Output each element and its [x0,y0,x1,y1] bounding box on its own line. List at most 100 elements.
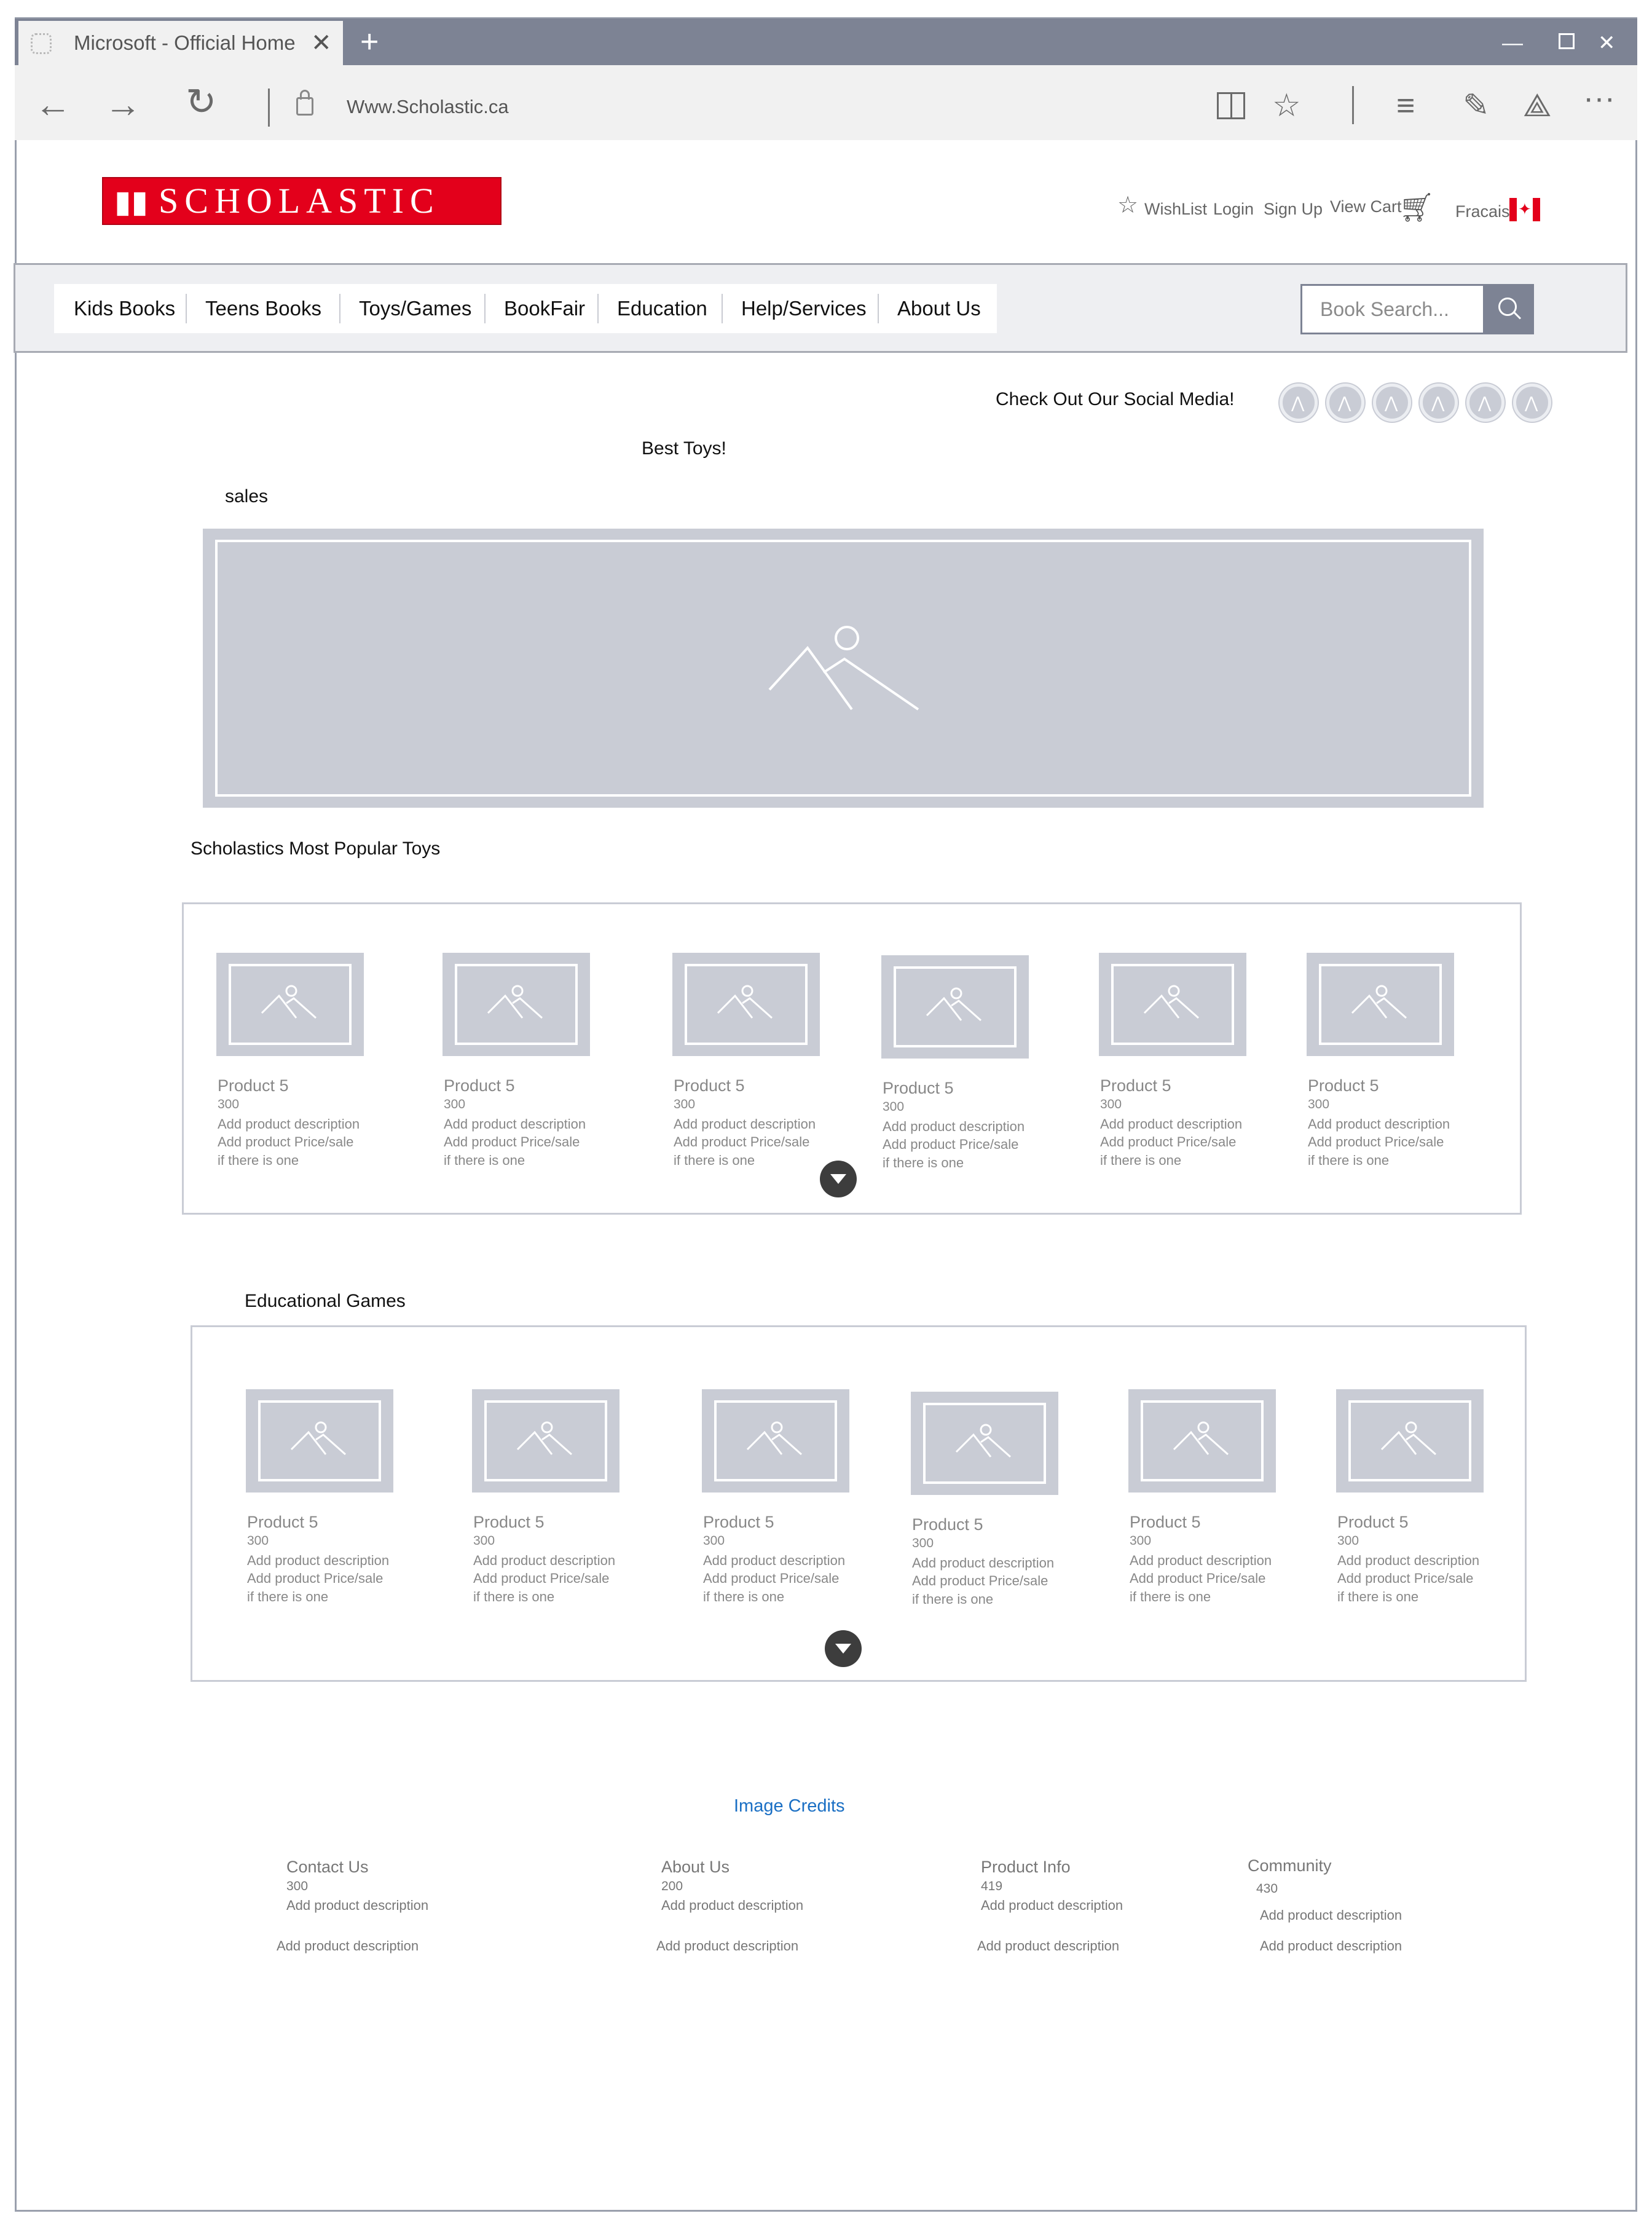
url-field[interactable]: Www.Scholastic.ca [347,95,509,119]
footer-column-title[interactable]: Contact Us [286,1856,369,1877]
nav-item-teens-books[interactable]: Teens Books [205,284,321,333]
product-name[interactable]: Product 5 [703,1512,774,1532]
footer-column-description: Add product description [286,1898,429,1913]
share-icon[interactable]: ⟁ [1523,89,1551,123]
new-tab-icon[interactable]: + [360,25,379,59]
product-thumbnail[interactable] [702,1389,849,1493]
social-icon-6[interactable]: ⋀ [1513,384,1551,422]
nav-item-toys-games[interactable]: Toys/Games [359,284,471,333]
social-icon-1[interactable]: ⋀ [1280,384,1318,422]
product-number: 300 [674,1097,696,1111]
product-thumbnail[interactable] [911,1392,1058,1495]
footer-column-description: Add product description [981,1898,1123,1913]
window-maximize-icon[interactable] [1559,33,1575,49]
window-close-icon[interactable]: ✕ [1598,26,1616,60]
image-placeholder-icon [1143,985,1199,1019]
product-name[interactable]: Product 5 [1100,1076,1171,1095]
image-credits-link[interactable]: Image Credits [734,1794,845,1818]
nav-item-help-services[interactable]: Help/Services [741,284,867,333]
social-icon-5[interactable]: ⋀ [1466,384,1504,422]
image-placeholder-icon [746,1421,802,1456]
product-name[interactable]: Product 5 [1337,1512,1409,1532]
footer-column-description: Add product description [1260,1907,1402,1923]
educational-games-heading: Educational Games [245,1291,406,1311]
refresh-icon[interactable]: ↻ [186,84,216,120]
login-link[interactable]: Login [1213,198,1254,220]
footer-column-title[interactable]: Product Info [981,1856,1071,1877]
product-name[interactable]: Product 5 [883,1078,954,1098]
product-thumbnail[interactable] [881,955,1029,1059]
product-thumbnail[interactable] [1307,953,1454,1056]
image-placeholder-icon [516,1421,572,1456]
educational-games-panel [191,1325,1527,1682]
product-name[interactable]: Product 5 [247,1512,318,1532]
view-cart-link[interactable]: View Cart [1330,195,1402,218]
favorite-star-icon[interactable]: ☆ [1272,89,1301,123]
product-name[interactable]: Product 5 [444,1076,515,1095]
wishlist-link[interactable]: WishList [1144,198,1207,220]
product-price: Add product Price/sale [247,1571,384,1586]
book-search-input[interactable]: Book Search... [1320,284,1449,334]
tab-close-icon[interactable]: ✕ [311,27,332,59]
nav-item-bookfair[interactable]: BookFair [504,284,585,333]
social-icon-4[interactable]: ⋀ [1420,384,1458,422]
product-thumbnail[interactable] [246,1389,393,1493]
product-sale-note: if there is one [1337,1589,1419,1604]
nav-item-education[interactable]: Education [617,284,707,333]
footer-column-number: 419 [981,1879,1003,1893]
nav-divider [484,294,486,323]
product-number: 300 [703,1534,725,1548]
product-thumbnail[interactable] [442,953,590,1056]
product-thumbnail[interactable] [1099,953,1246,1056]
product-name[interactable]: Product 5 [473,1512,545,1532]
product-number: 300 [247,1534,269,1548]
product-name[interactable]: Product 5 [1308,1076,1379,1095]
window-minimize-icon[interactable]: — [1502,26,1523,60]
tab-title: Microsoft - Official Home [74,31,296,54]
language-link[interactable]: Fracais [1455,200,1510,223]
hub-icon[interactable]: ≡ [1396,89,1415,123]
address-bar [15,65,1637,140]
product-description: Add product description [1337,1553,1480,1568]
product-sale-note: if there is one [218,1153,299,1168]
image-placeholder-icon [955,1424,1011,1458]
product-number: 300 [1337,1534,1359,1548]
product-thumbnail[interactable] [1128,1389,1276,1493]
product-sale-note: if there is one [247,1589,329,1604]
product-sale-note: if there is one [444,1153,525,1168]
product-price: Add product Price/sale [1100,1134,1237,1149]
product-thumbnail[interactable] [472,1389,620,1493]
maple-leaf-icon: ✦ [1518,200,1532,218]
nav-item-kids-books[interactable]: Kids Books [74,284,175,333]
product-name[interactable]: Product 5 [674,1076,745,1095]
product-thumbnail[interactable] [672,953,820,1056]
social-icon-2[interactable]: ⋀ [1326,384,1364,422]
cart-icon[interactable]: 🛒︎ [1399,192,1434,223]
footer-column-title[interactable]: About Us [661,1856,730,1877]
expand-more-button[interactable] [820,1161,857,1197]
product-sale-note: if there is one [912,1591,994,1607]
expand-more-button[interactable] [825,1630,862,1667]
product-sale-note: if there is one [1100,1153,1182,1168]
product-name[interactable]: Product 5 [1130,1512,1201,1532]
social-icon-3[interactable]: ⋀ [1373,384,1411,422]
product-number: 300 [912,1536,934,1550]
nav-item-about-us[interactable]: About Us [897,284,981,333]
nav-divider [186,294,187,323]
product-name[interactable]: Product 5 [218,1076,289,1095]
footer-column-title[interactable]: Community [1248,1855,1332,1876]
web-note-icon[interactable]: ✎ [1463,89,1490,123]
more-options-icon[interactable]: ··· [1583,81,1615,116]
signup-link[interactable]: Sign Up [1264,198,1323,220]
wishlist-star-icon[interactable]: ☆ [1117,193,1138,218]
product-thumbnail[interactable] [1336,1389,1484,1493]
footer-column-description: Add product description [277,1938,419,1954]
back-arrow-icon[interactable]: ← [34,86,71,123]
product-name[interactable]: Product 5 [912,1515,983,1534]
footer-column-number: 200 [661,1879,683,1893]
forward-arrow-icon[interactable]: → [104,86,141,123]
best-toys-heading: Best Toys! [642,438,726,459]
product-description: Add product description [473,1553,616,1568]
product-thumbnail[interactable] [216,953,364,1056]
product-description: Add product description [912,1555,1055,1571]
